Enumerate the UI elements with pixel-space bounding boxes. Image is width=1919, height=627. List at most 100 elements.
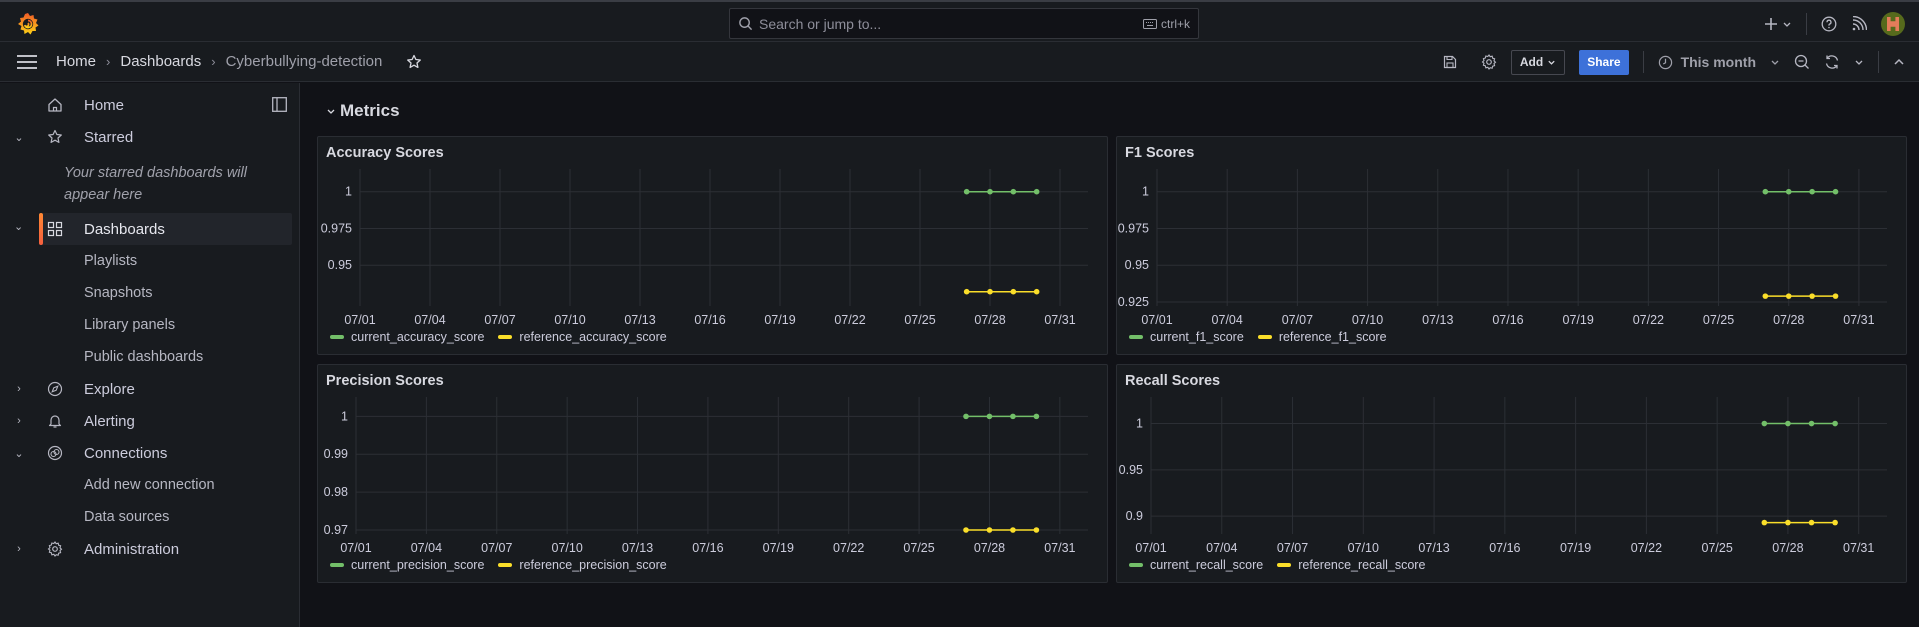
x-tick-label: 07/16 — [694, 313, 725, 327]
legend-item-reference[interactable]: reference_f1_score — [1257, 330, 1387, 344]
menu-toggle-button[interactable] — [17, 55, 37, 74]
dashboard-controls: Add Share This month — [1443, 49, 1905, 75]
panel-accuracy-scores[interactable]: Accuracy Scores 07/01 07/04 07/07 07/10 07/1… — [317, 136, 1108, 355]
data-point — [1832, 293, 1839, 299]
sidebar-item-dashboards[interactable]: Dashboards — [39, 213, 292, 245]
data-point — [1010, 188, 1017, 195]
panel-f1-scores[interactable]: F1 Scores 07/01 07/04 07/07 07/10 07/13 07/16… — [1116, 136, 1907, 355]
sidebar-item-alerting[interactable]: › Alerting — [0, 405, 292, 437]
legend-item-current[interactable]: current_accuracy_score — [330, 330, 484, 344]
chart-legend: current_recall_score reference_recall_sc… — [1129, 558, 1425, 572]
panel-recall-scores[interactable]: Recall Scores 07/01 07/04 07/07 07/10 07/13 0… — [1116, 364, 1907, 583]
time-range-picker[interactable]: This month — [1658, 54, 1780, 70]
legend-item-current[interactable]: current_precision_score — [330, 558, 484, 572]
sidebar-item-home[interactable]: Home — [0, 89, 292, 121]
chevron-down-icon[interactable]: ⌄ — [14, 131, 24, 144]
save-dashboard-button[interactable] — [1443, 55, 1457, 69]
chevron-down-icon[interactable]: ⌄ — [14, 447, 24, 460]
chevron-right-icon[interactable]: › — [14, 383, 24, 395]
legend-swatch — [330, 563, 344, 567]
sidebar-item-library-panels[interactable]: Library panels — [0, 309, 292, 341]
legend-item-current[interactable]: current_f1_score — [1129, 330, 1244, 344]
grafana-logo-icon[interactable] — [16, 12, 40, 36]
search-placeholder: Search or jump to... — [759, 15, 882, 32]
x-tick-label: 07/04 — [411, 541, 442, 555]
share-button[interactable]: Share — [1579, 49, 1629, 75]
data-point — [1808, 519, 1815, 526]
y-tick-label: 1 — [1142, 185, 1149, 199]
x-tick-label: 07/31 — [1843, 313, 1874, 327]
mark-favorite-button[interactable] — [406, 54, 422, 70]
chevron-right-icon[interactable]: › — [14, 415, 24, 427]
data-point — [1761, 519, 1768, 526]
data-point — [986, 527, 993, 533]
sidebar-item-add-new-connection[interactable]: Add new connection — [0, 469, 292, 501]
breadcrumb-separator-icon: › — [211, 54, 216, 69]
row-toggle-metrics[interactable]: Metrics — [326, 101, 400, 121]
sidebar-item-public-dashboards[interactable]: Public dashboards — [0, 341, 292, 373]
dashboard-settings-button[interactable] — [1481, 54, 1497, 70]
y-tick-label: 0.98 — [324, 485, 348, 499]
chart-legend: current_f1_score reference_f1_score — [1129, 330, 1387, 344]
x-tick-label: 07/28 — [974, 541, 1005, 555]
star-icon — [407, 54, 422, 68]
y-tick-label: 0.975 — [321, 221, 352, 235]
x-tick-label: 07/13 — [622, 541, 653, 555]
hamburger-icon — [17, 55, 37, 69]
refresh-icon — [1825, 55, 1839, 69]
breadcrumb-home[interactable]: Home — [56, 53, 96, 70]
refresh-button[interactable] — [1824, 54, 1840, 70]
data-point — [1809, 293, 1815, 299]
precision-chart: 07/01 07/04 07/07 07/10 07/13 07/16 07/19 07/22… — [324, 397, 1088, 555]
x-tick-label: 07/31 — [1843, 541, 1874, 555]
legend-item-reference[interactable]: reference_precision_score — [498, 558, 667, 572]
y-tick-label: 0.95 — [1119, 463, 1143, 477]
x-tick-label: 07/13 — [1418, 541, 1449, 555]
data-point — [1785, 188, 1792, 195]
keyboard-icon — [1142, 18, 1157, 29]
breadcrumb-dashboards[interactable]: Dashboards — [120, 53, 201, 70]
data-point — [1762, 293, 1769, 299]
y-tick-label: 0.95 — [328, 258, 352, 272]
sidebar-item-administration[interactable]: › Administration — [0, 533, 292, 565]
x-tick-label: 07/25 — [1703, 313, 1734, 327]
data-point — [1010, 288, 1017, 295]
refresh-interval-dropdown[interactable] — [1854, 57, 1864, 67]
sidebar-item-playlists[interactable]: Playlists — [0, 245, 292, 277]
y-tick-label: 1 — [1136, 417, 1143, 431]
data-point — [986, 413, 993, 420]
chart-legend: current_accuracy_score reference_accurac… — [330, 330, 667, 344]
panel-precision-scores[interactable]: Precision Scores 07/01 07/04 07/07 07/10 07/… — [317, 364, 1108, 583]
collapse-header-button[interactable] — [1893, 56, 1905, 68]
add-button[interactable]: Add — [1510, 49, 1566, 75]
legend-item-reference[interactable]: reference_accuracy_score — [498, 330, 667, 344]
plus-icon — [1765, 18, 1777, 30]
user-avatar[interactable] — [1881, 12, 1905, 36]
news-button[interactable] — [1851, 16, 1867, 32]
x-tick-label: 07/19 — [764, 313, 795, 327]
dashboard-content: Metrics Accuracy Scores 07/01 07/04 07/07 0… — [301, 83, 1919, 627]
legend-swatch — [330, 335, 344, 339]
new-dropdown-button[interactable] — [1764, 17, 1792, 31]
legend-item-reference[interactable]: reference_recall_score — [1277, 558, 1425, 572]
x-tick-label: 07/01 — [340, 541, 371, 555]
help-button[interactable] — [1821, 16, 1837, 32]
zoom-out-button[interactable] — [1794, 54, 1810, 70]
legend-swatch — [1257, 335, 1272, 339]
sidebar-item-connections[interactable]: ⌄ Connections — [0, 437, 292, 469]
data-point — [1785, 519, 1791, 526]
data-point — [1033, 288, 1040, 295]
sidebar-item-starred[interactable]: ⌄ Starred — [0, 121, 292, 153]
rss-icon — [1852, 16, 1867, 31]
sidebar-item-data-sources[interactable]: Data sources — [0, 501, 292, 533]
dashboard-navbar: Home › Dashboards › Cyberbullying-detect… — [0, 42, 1919, 82]
sidebar-item-explore[interactable]: › Explore — [0, 373, 292, 405]
legend-item-current[interactable]: current_recall_score — [1129, 558, 1263, 572]
search-input[interactable]: Search or jump to... ctrl+k — [729, 8, 1199, 39]
x-tick-label: 07/16 — [692, 541, 723, 555]
sidebar-item-snapshots[interactable]: Snapshots — [0, 277, 292, 309]
chevron-down-icon[interactable]: ⌄ — [14, 220, 23, 233]
y-tick-label: 1 — [341, 409, 348, 423]
chevron-right-icon[interactable]: › — [14, 543, 24, 555]
x-tick-label: 07/19 — [1563, 313, 1594, 327]
